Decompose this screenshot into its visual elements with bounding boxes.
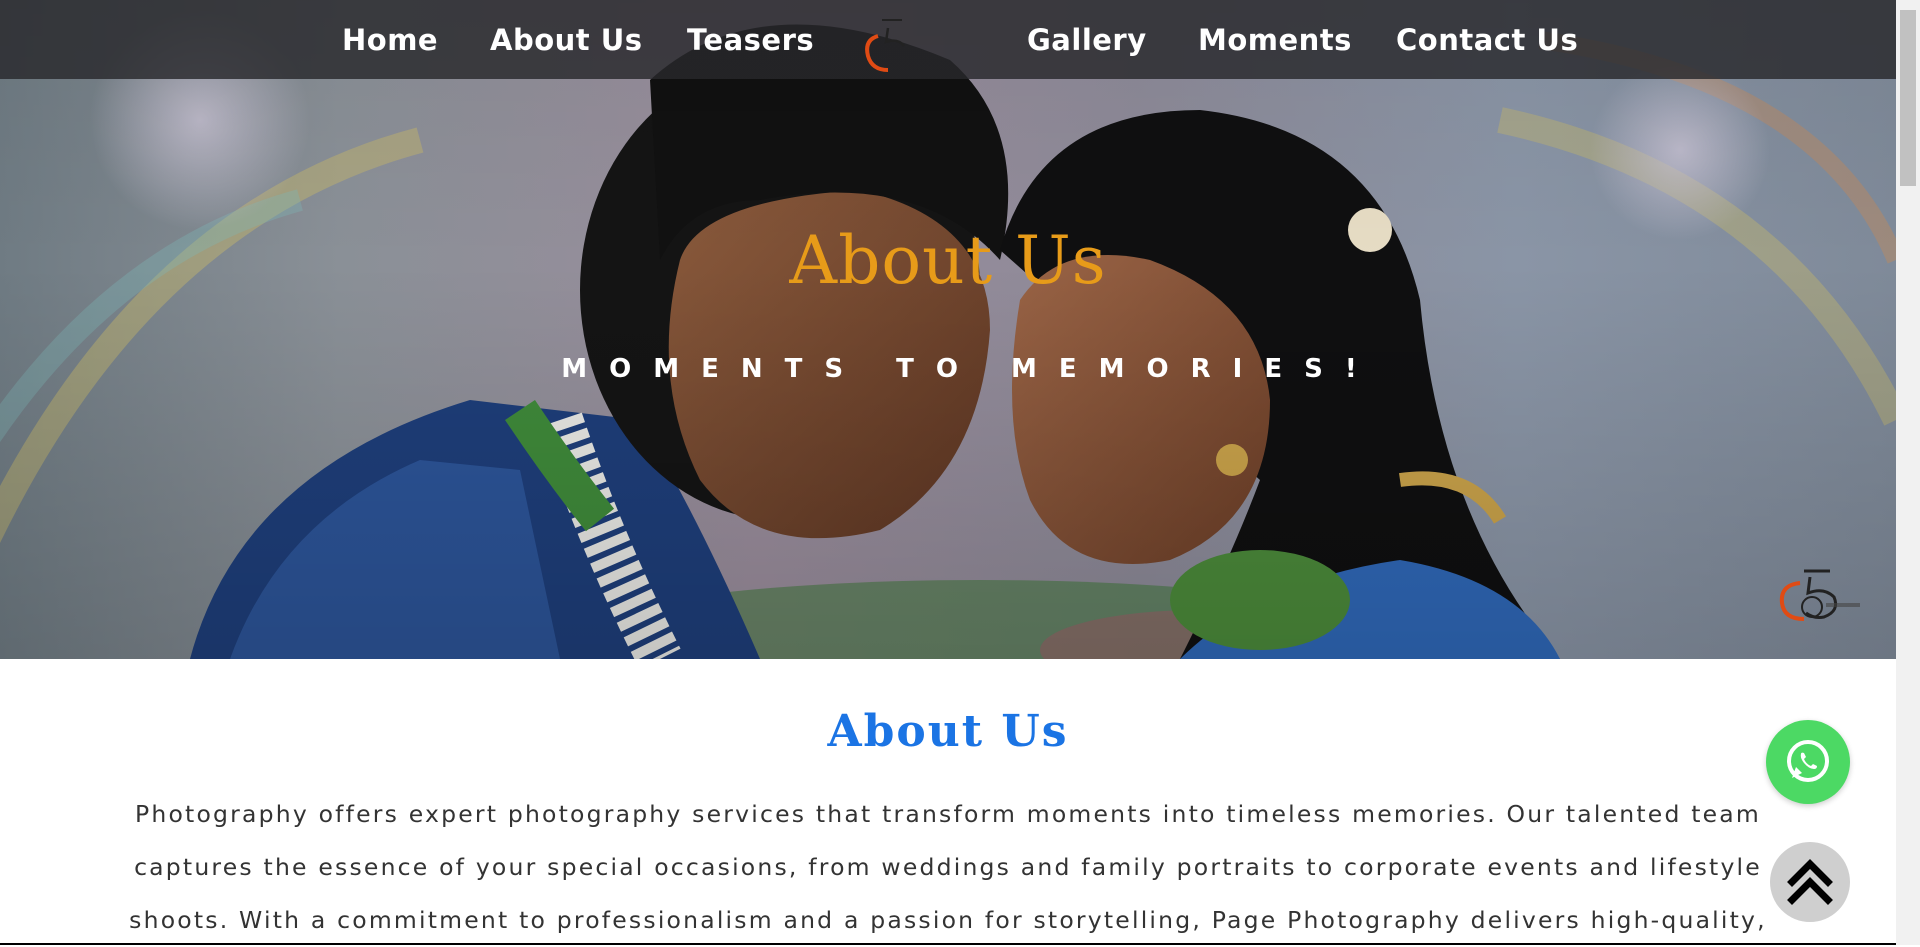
nav-about-us[interactable]: About Us — [490, 20, 643, 60]
nav-moments[interactable]: Moments — [1198, 20, 1352, 60]
page-scrollbar[interactable] — [1896, 0, 1920, 945]
whatsapp-button[interactable] — [1766, 720, 1850, 804]
nav-teasers[interactable]: Teasers — [687, 20, 814, 60]
double-chevron-up-icon — [1787, 859, 1833, 905]
about-paragraph: Photography offers expert photography se… — [129, 800, 1767, 934]
hero-banner: About Us MOMENTS TO MEMORIES! — [0, 0, 1896, 659]
nav-contact-us[interactable]: Contact Us — [1396, 20, 1578, 60]
hero-title: About Us — [789, 222, 1107, 299]
about-heading: About Us — [827, 706, 1069, 757]
whatsapp-icon — [1787, 740, 1829, 782]
nav-home[interactable]: Home — [342, 20, 438, 60]
hero-tagline: MOMENTS TO MEMORIES! — [561, 354, 1379, 384]
nav-gallery[interactable]: Gallery — [1027, 20, 1147, 60]
scrollbar-thumb[interactable] — [1900, 10, 1916, 186]
brand-logo-icon[interactable] — [862, 14, 922, 74]
scroll-to-top-button[interactable] — [1770, 842, 1850, 922]
hero-overlay — [0, 0, 1896, 659]
top-navigation: Home About Us Teasers Gallery Moments Co… — [0, 0, 1896, 79]
watermark-logo — [1779, 569, 1860, 621]
